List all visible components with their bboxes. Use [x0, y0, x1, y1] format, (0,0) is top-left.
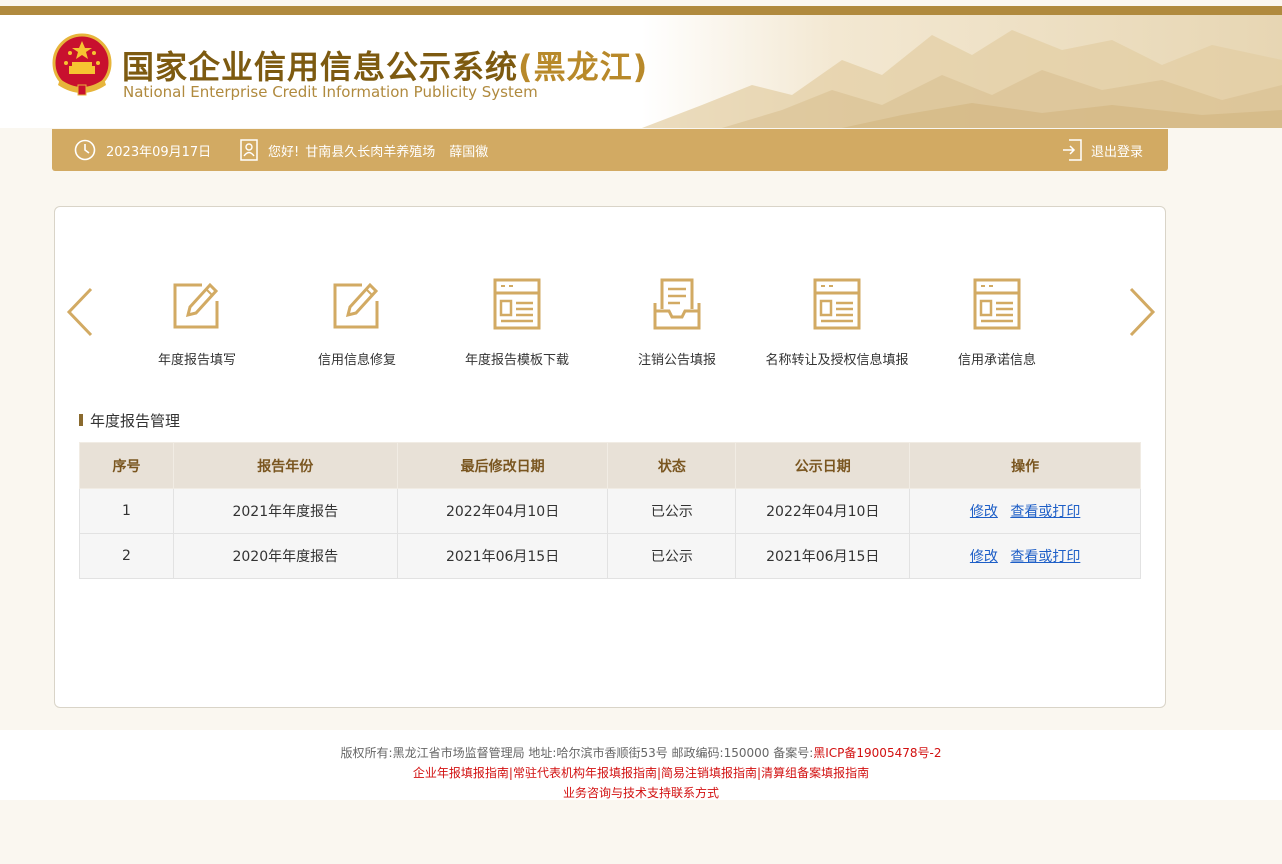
logout-button[interactable]: 退出登录: [1062, 129, 1143, 171]
annual-report-table: 序号 报告年份 最后修改日期 状态 公示日期 操作 1 2021年年度报告 20…: [79, 442, 1141, 579]
edit-icon: [173, 282, 219, 329]
user-name: 薛国徽: [449, 144, 489, 160]
section-title: 年度报告管理: [79, 410, 180, 430]
site-title-en: National Enterprise Credit Information P…: [123, 83, 538, 101]
menu-cancellation-notice[interactable]: 注销公告填报: [597, 277, 757, 377]
col-header-status: 状态: [607, 442, 737, 489]
menu-label: 信用信息修复: [317, 353, 396, 368]
menu-label: 年度报告填写: [157, 353, 236, 368]
site-title-province: (黑龙江): [518, 48, 649, 86]
document-icon: [493, 278, 541, 330]
col-header-year: 报告年份: [172, 442, 398, 489]
company-name: 甘南县久长肉羊养殖场: [305, 144, 436, 160]
contact-link[interactable]: 业务咨询与技术支持联系方式: [563, 786, 719, 800]
col-header-modified: 最后修改日期: [396, 442, 609, 489]
user-card-icon: [240, 139, 258, 161]
main-panel: 年度报告填写 信用信息修复 年度报告模板下载 注销公告填报 名称转让及授权信息填…: [54, 206, 1166, 708]
cell-status: 已公示: [607, 533, 737, 579]
inbox-document-icon: [653, 278, 701, 330]
menu-label: 信用承诺信息: [957, 353, 1036, 368]
cell-status: 已公示: [607, 488, 737, 534]
guide-link-simple-cancel[interactable]: 简易注销填报指南: [661, 766, 757, 780]
menu-name-transfer[interactable]: 名称转让及授权信息填报: [757, 277, 917, 377]
document-icon: [813, 278, 861, 330]
carousel-prev-arrow-icon[interactable]: [65, 287, 95, 337]
table-row: 2 2020年年度报告 2021年06月15日 已公示 2021年06月15日 …: [79, 533, 1141, 579]
menu-label: 名称转让及授权信息填报: [765, 353, 909, 368]
cell-modified: 2022年04月10日: [396, 488, 609, 534]
cell-modified: 2021年06月15日: [396, 533, 609, 579]
national-emblem-icon: [52, 33, 112, 96]
menu-label: 注销公告填报: [637, 353, 716, 368]
edit-link[interactable]: 修改: [970, 504, 998, 520]
edit-link[interactable]: 修改: [970, 549, 998, 565]
site-title-main: 国家企业信用信息公示系统: [122, 48, 519, 86]
cell-published: 2022年04月10日: [735, 488, 911, 534]
menu-credit-repair[interactable]: 信用信息修复: [277, 277, 437, 377]
cell-published: 2021年06月15日: [735, 533, 911, 579]
menu-annual-report-fill[interactable]: 年度报告填写: [117, 277, 277, 377]
footer-copyright: 版权所有:黑龙江省市场监督管理局 地址:哈尔滨市香顺街53号 邮政编码:1500…: [0, 744, 1282, 761]
site-footer: 版权所有:黑龙江省市场监督管理局 地址:哈尔滨市香顺街53号 邮政编码:1500…: [0, 730, 1282, 800]
guide-link-annual[interactable]: 企业年报填报指南: [413, 766, 509, 780]
col-header-no: 序号: [79, 442, 174, 489]
section-title-marker: [79, 414, 83, 426]
table-header-row: 序号 报告年份 最后修改日期 状态 公示日期 操作: [79, 442, 1141, 489]
carousel-next-arrow-icon[interactable]: [1127, 287, 1157, 337]
greeting: 您好!: [268, 144, 300, 160]
site-title: 国家企业信用信息公示系统(黑龙江): [122, 42, 648, 88]
site-header: 国家企业信用信息公示系统(黑龙江) National Enterprise Cr…: [0, 15, 1282, 128]
logout-label: 退出登录: [1091, 144, 1144, 160]
section-title-text: 年度报告管理: [90, 411, 181, 430]
col-header-published: 公示日期: [735, 442, 911, 489]
icp-link[interactable]: 黑ICP备19005478号-2: [813, 746, 941, 760]
document-icon: [973, 278, 1021, 330]
top-accent-bar: [0, 6, 1282, 15]
cell-year: 2020年年度报告: [172, 533, 398, 579]
cell-no: 1: [79, 488, 174, 534]
cell-actions: 修改 查看或打印: [909, 488, 1141, 534]
date-block: 2023年09月17日: [74, 129, 211, 171]
guide-link-liquidation[interactable]: 清算组备案填报指南: [761, 766, 869, 780]
footer-contact: 业务咨询与技术支持联系方式: [0, 784, 1282, 801]
menu-label: 年度报告模板下载: [464, 353, 569, 368]
edit-icon: [333, 282, 379, 329]
guide-link-representative[interactable]: 常驻代表机构年报填报指南: [513, 766, 657, 780]
view-print-link[interactable]: 查看或打印: [1010, 504, 1080, 520]
user-block: 您好! 甘南县久长肉羊养殖场 薛国徽: [240, 129, 488, 171]
mountain-landscape-decoration: [642, 15, 1282, 128]
current-date: 2023年09月17日: [106, 144, 212, 160]
menu-template-download[interactable]: 年度报告模板下载: [437, 277, 597, 377]
logout-icon: [1063, 139, 1082, 161]
view-print-link[interactable]: 查看或打印: [1010, 549, 1080, 565]
clock-icon: [74, 139, 96, 161]
menu-credit-commitment[interactable]: 信用承诺信息: [917, 277, 1077, 377]
cell-no: 2: [79, 533, 174, 579]
table-row: 1 2021年年度报告 2022年04月10日 已公示 2022年04月10日 …: [79, 488, 1141, 534]
cell-year: 2021年年度报告: [172, 488, 398, 534]
user-info-bar: 2023年09月17日 您好! 甘南县久长肉羊养殖场 薛国徽 退出登录: [52, 129, 1168, 171]
col-header-actions: 操作: [909, 442, 1141, 489]
footer-guide-links: 企业年报填报指南|常驻代表机构年报填报指南|简易注销填报指南|清算组备案填报指南: [0, 764, 1282, 781]
cell-actions: 修改 查看或打印: [909, 533, 1141, 579]
footer-copyright-text: 版权所有:黑龙江省市场监督管理局 地址:哈尔滨市香顺街53号 邮政编码:1500…: [340, 746, 814, 760]
